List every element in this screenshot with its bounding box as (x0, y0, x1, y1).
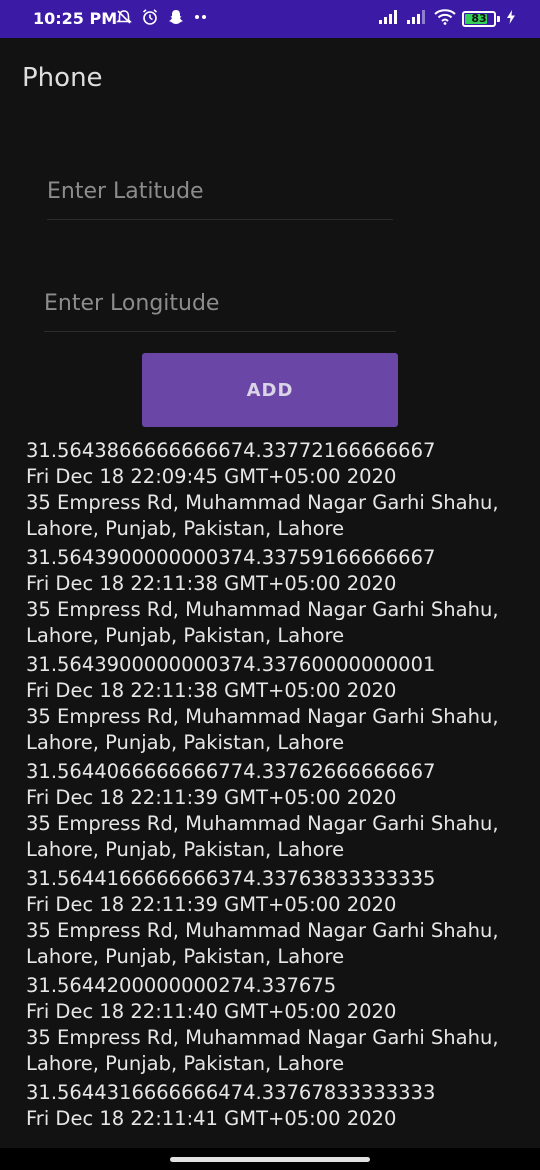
battery-level: 83 (471, 12, 487, 25)
entry-coordinates: 31.5644066666666774.33762666666667 (26, 760, 436, 783)
status-bar: 10:25 PM 83 (0, 0, 540, 38)
entry-coordinates: 31.5644200000000274.337675 (26, 974, 337, 997)
wifi-icon (434, 9, 456, 29)
battery-tip (497, 16, 500, 22)
list-item: 31.5643900000000374.33759166666667 Fri D… (26, 545, 526, 649)
status-time: 10:25 PM (33, 9, 118, 28)
entry-coordinates: 31.5643900000000374.33759166666667 (26, 546, 436, 569)
list-item: 31.5644066666666774.33762666666667 Fri D… (26, 759, 526, 863)
entry-address: 35 Empress Rd, Muhammad Nagar Garhi Shah… (26, 491, 499, 540)
alarm-clock-icon (141, 8, 159, 30)
app-screen: 10:25 PM 83 Phone Enter Latitude Enter L… (0, 0, 540, 1170)
entry-timestamp: Fri Dec 18 22:11:41 GMT+05:00 2020 (26, 1107, 397, 1130)
list-item: 31.5644316666666474.33767833333333 Fri D… (26, 1080, 526, 1132)
signal-icon (378, 9, 400, 29)
list-item: 31.5643900000000374.33760000000001 Fri D… (26, 652, 526, 756)
entry-address: 35 Empress Rd, Muhammad Nagar Garhi Shah… (26, 705, 499, 754)
entry-address: 35 Empress Rd, Muhammad Nagar Garhi Shah… (26, 1026, 499, 1075)
home-gesture-handle[interactable] (170, 1157, 370, 1162)
status-icons-left (115, 8, 209, 30)
entry-coordinates: 31.5644316666666474.33767833333333 (26, 1081, 436, 1104)
latitude-input[interactable] (47, 164, 393, 220)
list-item: 31.5644200000000274.337675 Fri Dec 18 22… (26, 973, 526, 1077)
location-log-list: 31.5643866666666674.33772166666667 Fri D… (26, 438, 526, 1148)
entry-address: 35 Empress Rd, Muhammad Nagar Garhi Shah… (26, 919, 499, 968)
entry-timestamp: Fri Dec 18 22:11:38 GMT+05:00 2020 (26, 679, 397, 702)
entry-coordinates: 31.5644166666666374.33763833333335 (26, 867, 436, 890)
battery-icon: 83 (462, 11, 496, 27)
entry-address: 35 Empress Rd, Muhammad Nagar Garhi Shah… (26, 812, 499, 861)
list-item: 31.5643866666666674.33772166666667 Fri D… (26, 438, 526, 542)
longitude-input[interactable] (44, 276, 396, 332)
entry-timestamp: Fri Dec 18 22:09:45 GMT+05:00 2020 (26, 465, 397, 488)
snapchat-icon (167, 8, 185, 30)
entry-timestamp: Fri Dec 18 22:11:38 GMT+05:00 2020 (26, 572, 397, 595)
entry-timestamp: Fri Dec 18 22:11:39 GMT+05:00 2020 (26, 893, 397, 916)
entry-coordinates: 31.5643900000000374.33760000000001 (26, 653, 436, 676)
alarm-off-icon (115, 8, 133, 30)
status-icons-right: 83 (378, 9, 516, 29)
more-dots-icon (193, 8, 209, 30)
add-button[interactable]: ADD (142, 353, 398, 427)
entry-address: 35 Empress Rd, Muhammad Nagar Garhi Shah… (26, 598, 499, 647)
entry-coordinates: 31.5643866666666674.33772166666667 (26, 439, 436, 462)
entry-timestamp: Fri Dec 18 22:11:39 GMT+05:00 2020 (26, 786, 397, 809)
app-title: Phone (22, 63, 103, 93)
list-item: 31.5644166666666374.33763833333335 Fri D… (26, 866, 526, 970)
entry-timestamp: Fri Dec 18 22:11:40 GMT+05:00 2020 (26, 1000, 397, 1023)
charging-bolt-icon (506, 9, 516, 29)
navigation-bar (0, 1148, 540, 1170)
signal-icon (406, 9, 428, 29)
